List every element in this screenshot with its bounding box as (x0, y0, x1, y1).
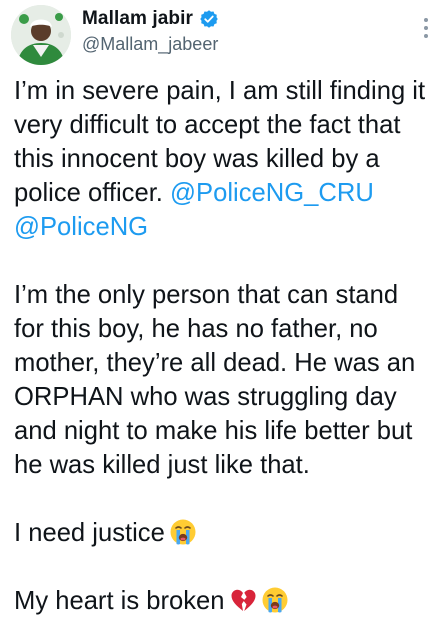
tweet-text: My heart is broken (14, 587, 225, 615)
verified-badge-icon (199, 9, 219, 29)
name-row: Mallam jabir (82, 8, 219, 30)
tweet-paragraph-4: My heart is broken (14, 584, 434, 618)
avatar-image (11, 5, 71, 65)
user-handle[interactable]: @Mallam_jabeer (82, 34, 218, 55)
tweet-paragraph-1: I’m in severe pain, I am still finding i… (14, 74, 434, 244)
loudly-crying-face-icon (261, 586, 289, 614)
broken-heart-icon (229, 586, 257, 614)
display-name[interactable]: Mallam jabir (82, 8, 193, 30)
tweet-text: I’m the only person that can stand for t… (14, 281, 416, 479)
more-options-icon[interactable] (421, 16, 431, 40)
tweet-text: I need justice (14, 519, 165, 547)
tweet-header: Mallam jabir @Mallam_jabeer (0, 0, 439, 70)
tweet-paragraph-2: I’m the only person that can stand for t… (14, 278, 434, 482)
mention-link[interactable]: @PoliceNG_CRU (170, 179, 374, 207)
tweet-paragraph-3: I need justice (14, 516, 434, 550)
tweet-body: I’m in severe pain, I am still finding i… (14, 74, 434, 618)
avatar[interactable] (11, 5, 71, 65)
mention-link[interactable]: @PoliceNG (14, 213, 148, 241)
loudly-crying-face-icon (169, 518, 197, 546)
